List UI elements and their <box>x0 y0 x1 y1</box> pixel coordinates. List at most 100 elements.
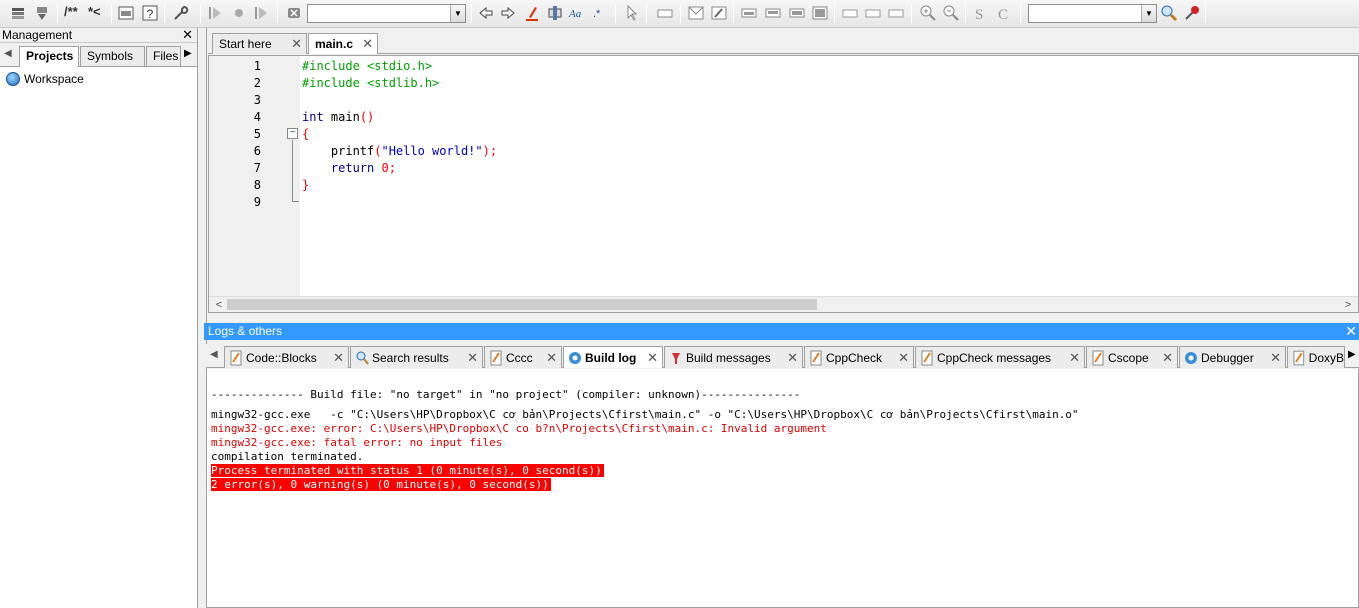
note-icon <box>1092 350 1104 365</box>
window-icon[interactable] <box>116 3 136 23</box>
scroll-left-icon[interactable]: ◀ <box>4 48 12 59</box>
clear-icon[interactable] <box>284 3 304 23</box>
tab-search-results[interactable]: Search results ✕ <box>350 346 483 368</box>
logs-header: Logs & others ✕ <box>204 323 1359 340</box>
close-icon[interactable]: ✕ <box>1270 350 1281 366</box>
run-icon[interactable] <box>32 3 52 23</box>
arrow-right-icon[interactable] <box>498 3 518 23</box>
scope-combo[interactable]: ▼ <box>307 4 466 23</box>
close-icon[interactable]: ✕ <box>362 36 373 52</box>
tab-doxyblocks[interactable]: DoxyB <box>1287 346 1345 368</box>
tree-item-workspace[interactable]: Workspace <box>6 72 84 86</box>
font-icon[interactable]: Aa <box>567 3 587 23</box>
tab-symbols[interactable]: Symbols <box>80 46 145 66</box>
toolbar-separator <box>111 4 112 23</box>
arrow-left-icon[interactable] <box>476 3 496 23</box>
help-icon[interactable]: ? <box>140 3 160 23</box>
fold-line <box>292 140 293 202</box>
block-icon[interactable] <box>810 3 830 23</box>
scroll-right-icon[interactable]: ▶ <box>1348 349 1356 360</box>
note-icon <box>921 350 933 365</box>
comment-icon[interactable]: /** <box>64 4 78 19</box>
close-icon[interactable]: ✕ <box>787 350 798 366</box>
line-number: 1 <box>253 59 261 73</box>
operator: () <box>359 110 375 124</box>
toolbar-separator <box>615 4 616 23</box>
fold-toggle-icon[interactable]: − <box>287 128 298 139</box>
build-icon[interactable] <box>8 3 28 23</box>
cursor-icon[interactable] <box>622 3 642 23</box>
frame-icon[interactable] <box>886 3 906 23</box>
search-icon[interactable] <box>1159 3 1179 23</box>
frame-icon[interactable] <box>840 3 860 23</box>
wrench-icon[interactable] <box>170 3 190 23</box>
gear-icon <box>569 351 581 364</box>
workspace-label: Workspace <box>24 72 84 86</box>
log-error-line: mingw32-gcc.exe: fatal error: no input f… <box>211 436 503 449</box>
management-tabs: ◀ Projects Symbols Files ▶ <box>0 43 197 67</box>
tab-projects[interactable]: Projects <box>19 46 79 67</box>
chevron-down-icon[interactable]: ▼ <box>1141 5 1156 22</box>
selected-text-icon[interactable] <box>545 3 565 23</box>
tab-label: Build messages <box>686 350 771 365</box>
frame-icon[interactable] <box>863 3 883 23</box>
close-icon[interactable]: ✕ <box>1069 350 1080 366</box>
tab-cppcheck[interactable]: CppCheck ✕ <box>804 346 914 368</box>
symbol-c-icon[interactable]: C <box>995 3 1015 23</box>
symbol-s-icon[interactable]: S <box>971 3 991 23</box>
horizontal-scrollbar[interactable]: < > <box>209 296 1358 312</box>
close-icon[interactable]: ✕ <box>647 350 658 366</box>
close-icon[interactable]: ✕ <box>182 28 193 42</box>
mail-icon[interactable] <box>686 3 706 23</box>
scroll-right-icon[interactable]: > <box>1340 297 1356 313</box>
toolbar-separator <box>680 4 681 23</box>
chevron-down-icon[interactable]: ▼ <box>450 5 465 22</box>
close-icon[interactable]: ✕ <box>333 350 344 366</box>
keyword: return <box>302 161 375 175</box>
close-icon[interactable]: ✕ <box>546 350 557 366</box>
zoom-out-icon[interactable] <box>941 3 961 23</box>
uncomment-icon[interactable]: *< <box>88 4 101 19</box>
scroll-left-icon[interactable]: ◀ <box>210 349 218 360</box>
rect-icon[interactable] <box>655 3 675 23</box>
code-editor[interactable]: 1 2 3 4 5 6 7 8 9 − #include <stdio.h> #… <box>208 55 1359 313</box>
block-icon[interactable] <box>763 3 783 23</box>
tab-build-messages[interactable]: Build messages ✕ <box>664 346 803 368</box>
log-line: mingw32-gcc.exe -c "C:\Users\HP\Dropbox\… <box>211 408 1079 421</box>
toolbar-separator <box>646 4 647 23</box>
tab-cppcheck-messages[interactable]: CppCheck messages ✕ <box>915 346 1085 368</box>
regex-icon[interactable]: .* <box>590 3 610 23</box>
scroll-left-icon[interactable]: < <box>211 297 227 313</box>
svg-text:?: ? <box>147 7 154 21</box>
close-icon[interactable]: ✕ <box>1162 350 1173 366</box>
close-icon[interactable]: ✕ <box>467 350 478 366</box>
identifier: main <box>323 110 360 124</box>
toolbar-separator <box>1020 4 1021 23</box>
search-icon <box>356 351 369 365</box>
tab-cscope[interactable]: Cscope ✕ <box>1086 346 1178 368</box>
highlight-icon[interactable] <box>522 3 542 23</box>
tab-cccc[interactable]: Cccc ✕ <box>484 346 562 368</box>
jump-forward-icon[interactable] <box>251 3 271 23</box>
tab-debugger[interactable]: Debugger ✕ <box>1179 346 1286 368</box>
edit-icon[interactable] <box>709 3 729 23</box>
tab-codeblocks[interactable]: Code::Blocks ✕ <box>224 346 349 368</box>
block-icon[interactable] <box>787 3 807 23</box>
settings-icon[interactable] <box>1182 3 1202 23</box>
search-combo[interactable]: ▼ <box>1028 4 1157 23</box>
block-icon[interactable] <box>739 3 759 23</box>
tab-build-log[interactable]: Build log ✕ <box>563 346 663 368</box>
close-icon[interactable]: ✕ <box>898 350 909 366</box>
log-summary-line: 2 error(s), 0 warning(s) (0 minute(s), 0… <box>211 478 551 491</box>
tab-start-here[interactable]: Start here ✕ <box>212 33 307 54</box>
bookmark-icon[interactable] <box>229 3 249 23</box>
scroll-right-icon[interactable]: ▶ <box>184 48 192 59</box>
tab-main-c[interactable]: main.c ✕ <box>308 33 378 54</box>
jump-back-icon[interactable] <box>205 3 225 23</box>
close-icon[interactable]: ✕ <box>291 36 302 52</box>
zoom-in-icon[interactable] <box>918 3 938 23</box>
build-log-output[interactable]: -------------- Build file: "no target" i… <box>206 369 1359 608</box>
scrollbar-thumb[interactable] <box>227 299 817 310</box>
tab-files[interactable]: Files <box>146 46 181 66</box>
close-icon[interactable]: ✕ <box>1345 323 1357 339</box>
